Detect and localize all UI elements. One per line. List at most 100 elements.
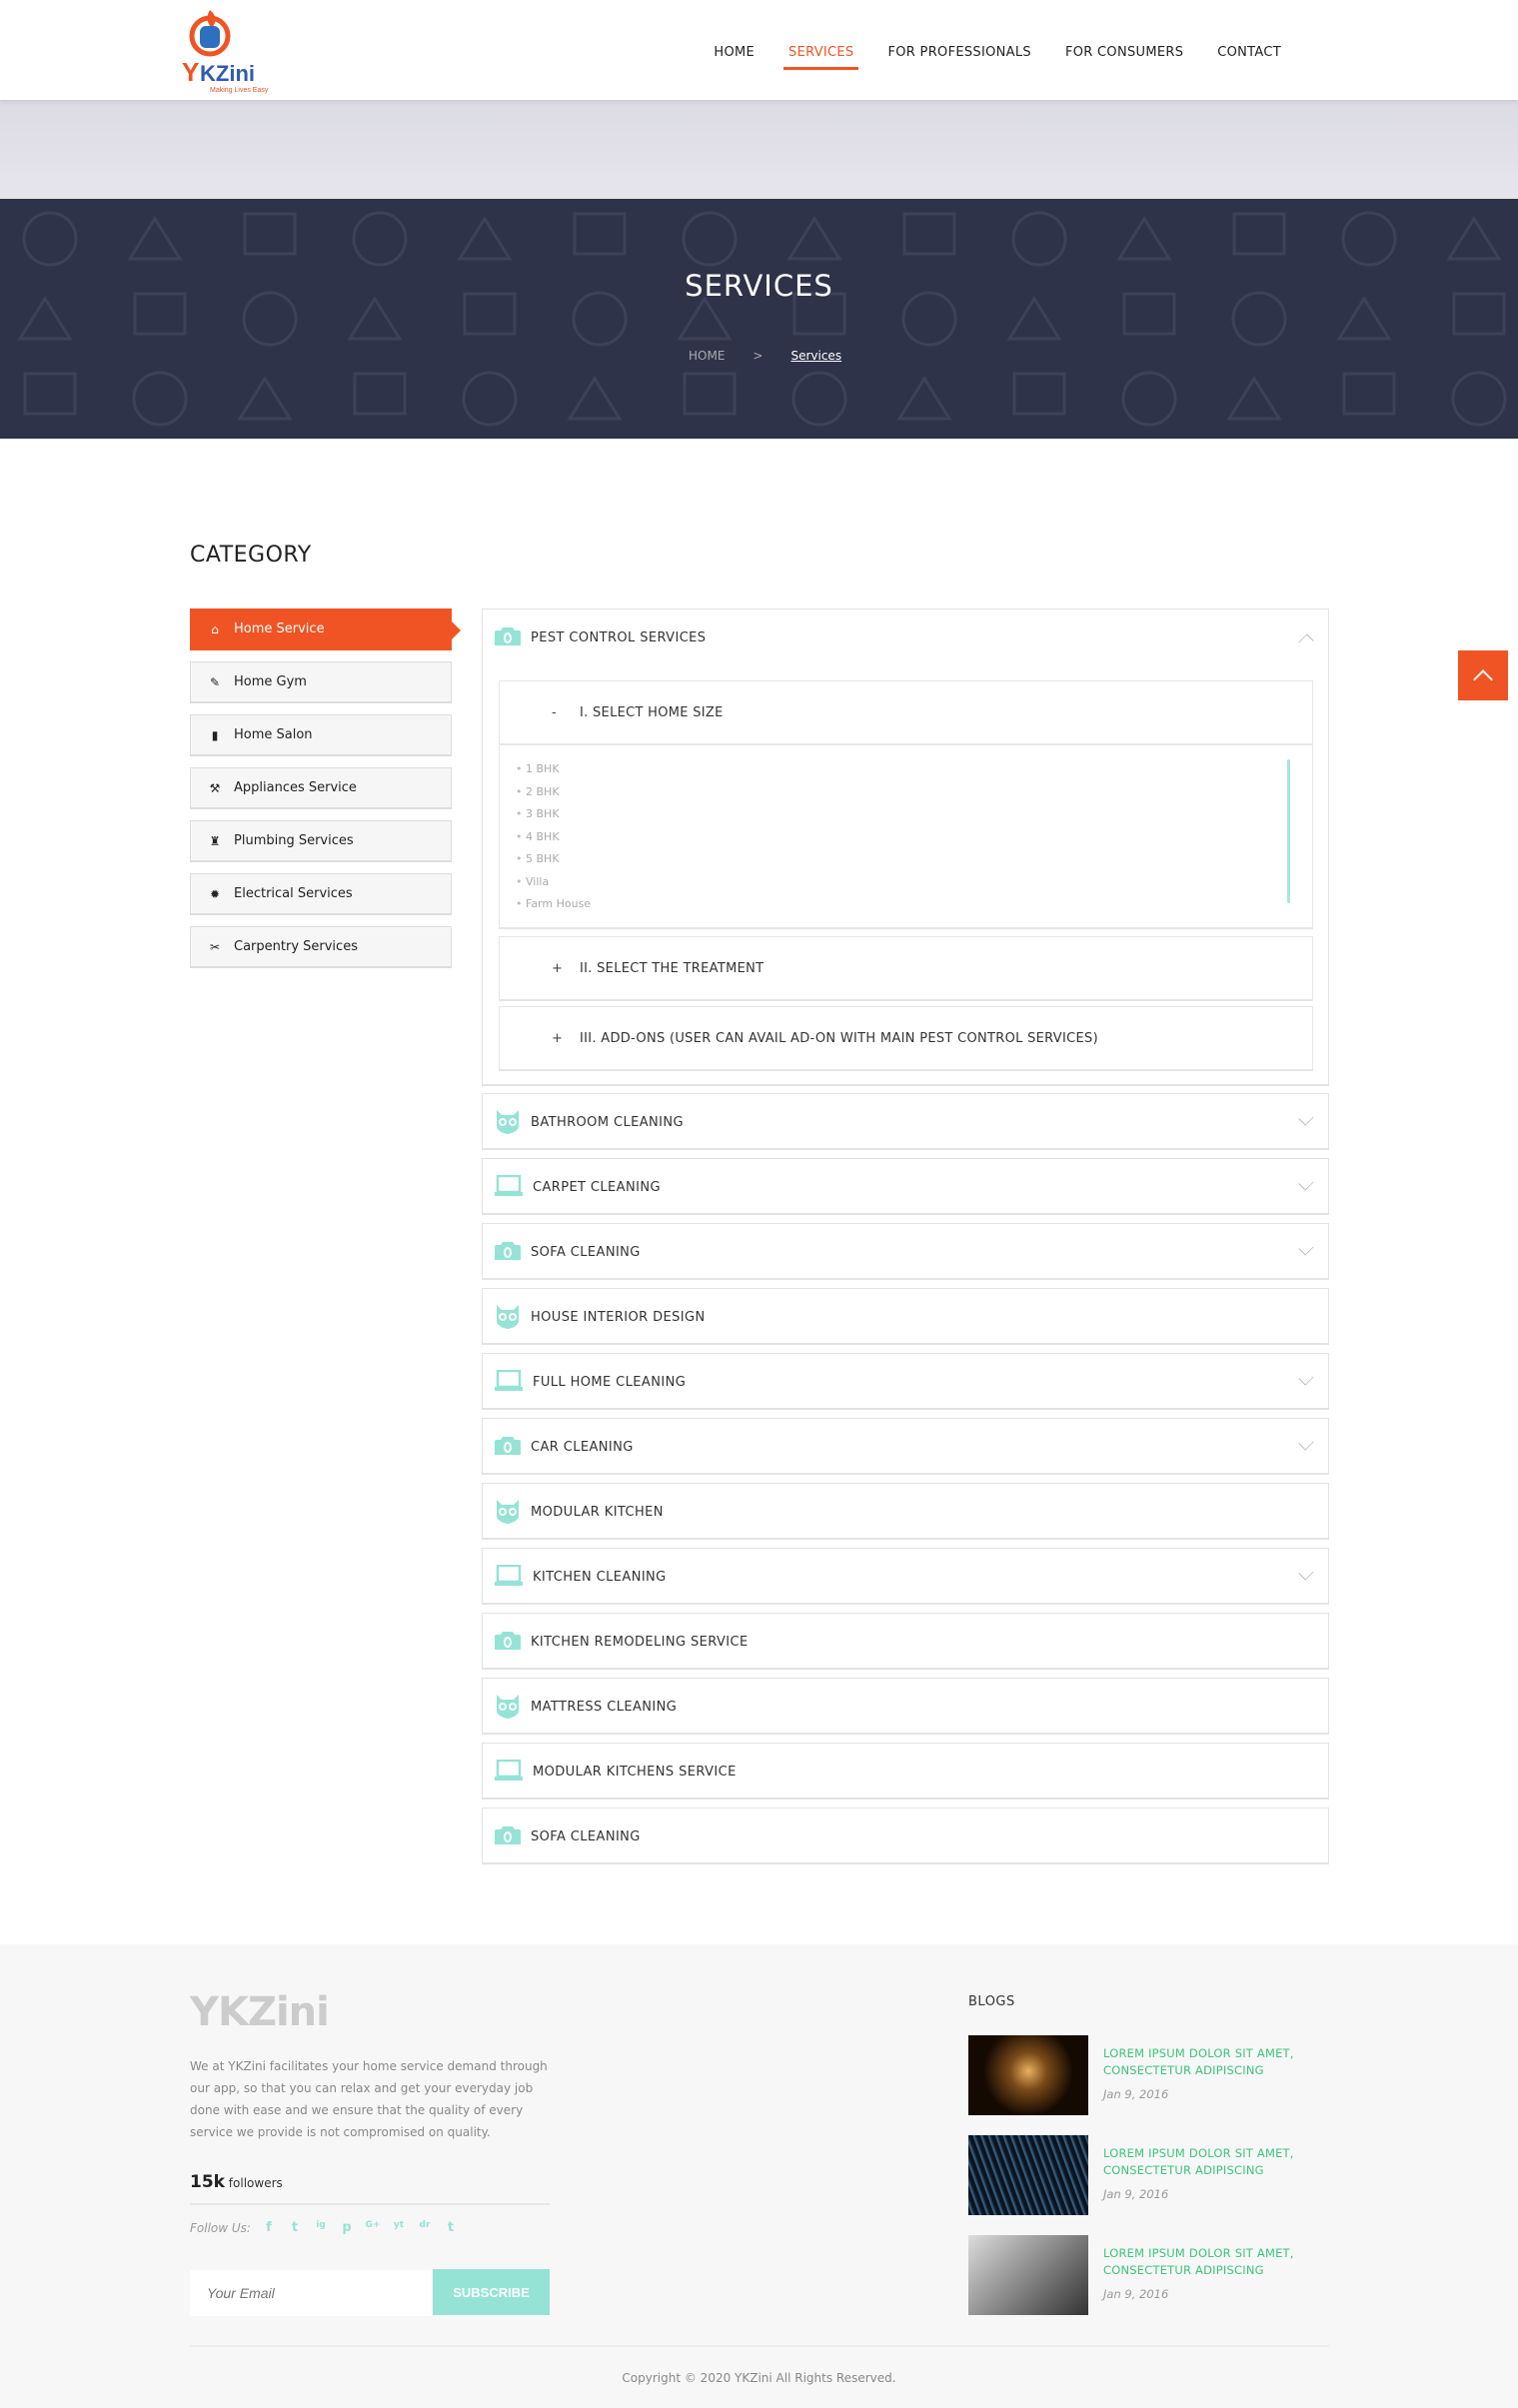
plus-icon: + [552, 960, 564, 976]
dribbble-icon[interactable]: dr [417, 2220, 433, 2236]
salon-icon: ▮ [211, 727, 219, 742]
chevron-down-icon[interactable] [1298, 1370, 1314, 1386]
twitter-icon[interactable]: t [287, 2220, 303, 2236]
sub-accordion-title: III. ADD-ONS (USER CAN AVAIL AD-ON WITH … [580, 1030, 1098, 1046]
chevron-up-icon[interactable] [1298, 633, 1314, 649]
accordion-panel: KITCHEN REMODELING SERVICE [482, 1613, 1329, 1670]
home-size-option[interactable]: 3 BHK [516, 807, 1312, 830]
nav-home[interactable]: HOME [697, 0, 771, 100]
laptop-icon [495, 1759, 523, 1786]
scroll-to-top-button[interactable] [1458, 650, 1508, 700]
sidebar-item-carpentry-services[interactable]: ✂ Carpentry Services [190, 926, 452, 968]
sidebar-item-label: Plumbing Services [234, 833, 354, 848]
facebook-icon[interactable]: f [261, 2220, 277, 2236]
followers-count: 15k followers [190, 2172, 283, 2192]
accordion-header[interactable]: BATHROOM CLEANING [483, 1094, 1328, 1151]
blog-title-link[interactable]: LOREM IPSUM DOLOR SIT AMET, CONSECTETUR … [1103, 2045, 1318, 2079]
accordion-title: SOFA CLEANING [531, 1245, 641, 1260]
breadcrumb-current[interactable]: Services [790, 349, 841, 363]
nav-for-professionals[interactable]: FOR PROFESSIONALS [870, 0, 1047, 100]
accordion-header[interactable]: MODULAR KITCHEN [483, 1484, 1328, 1541]
home-size-option[interactable]: 1 BHK [516, 762, 1312, 785]
blog-thumbnail[interactable] [968, 2235, 1088, 2315]
nav-for-consumers[interactable]: FOR CONSUMERS [1048, 0, 1200, 100]
instagram-icon[interactable]: ig [313, 2220, 329, 2236]
sidebar-item-home-salon[interactable]: ▮ Home Salon [190, 714, 452, 756]
sub-accordion-addons: + III. ADD-ONS (USER CAN AVAIL AD-ON WITH… [499, 1006, 1313, 1071]
accordion-header[interactable]: CARPET CLEANING [483, 1159, 1328, 1216]
sidebar-item-home-service[interactable]: ⌂ Home Service [190, 608, 461, 650]
pinterest-icon[interactable]: p [339, 2220, 355, 2236]
nav-contact[interactable]: CONTACT [1200, 0, 1298, 100]
accordion-header[interactable]: MATTRESS CLEANING [483, 1679, 1328, 1736]
sidebar-item-appliances-service[interactable]: ⚒ Appliances Service [190, 767, 452, 809]
email-input[interactable] [190, 2270, 432, 2316]
youtube-icon[interactable]: yt [391, 2220, 407, 2236]
sub-accordion-title: I. SELECT HOME SIZE [580, 704, 724, 720]
scrollbar[interactable] [1287, 759, 1290, 903]
owl-icon [495, 1693, 521, 1723]
sidebar-item-label: Home Gym [234, 674, 307, 689]
google-plus-icon[interactable]: G+ [365, 2220, 381, 2236]
sub-accordion-header[interactable]: - I. SELECT HOME SIZE [500, 681, 1312, 743]
accordion-header[interactable]: KITCHEN REMODELING SERVICE [483, 1614, 1328, 1671]
sub-accordion-home-size: - I. SELECT HOME SIZE 1 BHK2 BHK3 BHK4 BH… [499, 680, 1313, 929]
ykzini-logo[interactable]: Y KZini Making Lives Easy [180, 6, 272, 94]
chevron-down-icon[interactable] [1298, 1435, 1314, 1451]
copyright: Copyright © 2020 YKZini All Rights Reser… [622, 2371, 896, 2385]
home-size-option[interactable]: Farm House [516, 897, 1312, 920]
sub-accordion-header[interactable]: + III. ADD-ONS (USER CAN AVAIL AD-ON WITH… [500, 1007, 1312, 1069]
accordion-header[interactable]: SOFA CLEANING [483, 1224, 1328, 1281]
nav-services[interactable]: SERVICES [771, 0, 870, 100]
sub-accordion-header[interactable]: + II. SELECT THE TREATMENT [500, 937, 1312, 999]
home-size-option[interactable]: 5 BHK [516, 852, 1312, 875]
chevron-down-icon[interactable] [1298, 1110, 1314, 1126]
chevron-down-icon[interactable] [1298, 1565, 1314, 1581]
accordion-header[interactable]: HOUSE INTERIOR DESIGN [483, 1289, 1328, 1346]
accordion-header[interactable]: FULL HOME CLEANING [483, 1354, 1328, 1411]
sub-accordion-title: II. SELECT THE TREATMENT [580, 960, 764, 976]
accordion-header[interactable]: SOFA CLEANING [483, 1808, 1328, 1865]
accordion-header[interactable]: PEST CONTROL SERVICES [483, 609, 1328, 666]
accordion-header[interactable]: MODULAR KITCHENS SERVICE [483, 1744, 1328, 1801]
sidebar-item-home-gym[interactable]: ✎ Home Gym [190, 661, 452, 703]
home-size-option[interactable]: Villa [516, 875, 1312, 898]
chevron-down-icon[interactable] [1298, 1175, 1314, 1191]
footer-description: We at YKZini facilitates your home servi… [190, 2059, 548, 2139]
chevron-down-icon[interactable] [1298, 1240, 1314, 1256]
blog-title-link[interactable]: LOREM IPSUM DOLOR SIT AMET, CONSECTETUR … [1103, 2245, 1318, 2279]
sidebar-item-electrical-services[interactable]: ✹ Electrical Services [190, 873, 452, 915]
accordion-title: KITCHEN REMODELING SERVICE [531, 1635, 749, 1650]
breadcrumb: HOME > Services [689, 349, 841, 363]
breadcrumb-home[interactable]: HOME [689, 349, 725, 363]
blog-thumbnail[interactable] [968, 2035, 1088, 2115]
accordion-header[interactable]: CAR CLEANING [483, 1419, 1328, 1476]
accordion-title: KITCHEN CLEANING [533, 1570, 667, 1585]
site-footer: YKZini We at YKZini facilitates your hom… [0, 1944, 1518, 2408]
home-size-option[interactable]: 4 BHK [516, 830, 1312, 853]
sidebar-item-label: Home Service [234, 621, 325, 636]
follow-label: Follow Us: [190, 2221, 251, 2235]
bulb-icon: ✹ [209, 886, 221, 901]
blog-thumbnail[interactable] [968, 2135, 1088, 2215]
accordion-title: MODULAR KITCHENS SERVICE [533, 1765, 737, 1780]
accordion-panel-pest-control: PEST CONTROL SERVICES - I. SELECT HOME SI… [482, 608, 1329, 1086]
blog-title-link[interactable]: LOREM IPSUM DOLOR SIT AMET, CONSECTETUR … [1103, 2145, 1318, 2179]
sidebar-item-label: Carpentry Services [234, 939, 358, 954]
accordion-header[interactable]: KITCHEN CLEANING [483, 1549, 1328, 1606]
sidebar-item-label: Home Salon [234, 727, 313, 742]
followers-number: 15k [190, 2172, 225, 2192]
owl-icon [495, 1303, 521, 1333]
dumbbell-icon: ✎ [209, 674, 221, 689]
blog-date: Jan 9, 2016 [1103, 2287, 1169, 2301]
accordion-panel: MODULAR KITCHEN [482, 1483, 1329, 1540]
sidebar-item-plumbing-services[interactable]: ♜ Plumbing Services [190, 820, 452, 862]
blog-item: LOREM IPSUM DOLOR SIT AMET, CONSECTETUR … [968, 2035, 1368, 2115]
blog-date: Jan 9, 2016 [1103, 2087, 1169, 2101]
laptop-icon [495, 1174, 523, 1201]
plumbing-icon: ♜ [209, 833, 221, 848]
laptop-icon [495, 1369, 523, 1396]
home-size-option[interactable]: 2 BHK [516, 785, 1312, 808]
tumblr-icon[interactable]: t [443, 2220, 459, 2236]
subscribe-button[interactable]: SUBSCRIBE [433, 2269, 550, 2315]
